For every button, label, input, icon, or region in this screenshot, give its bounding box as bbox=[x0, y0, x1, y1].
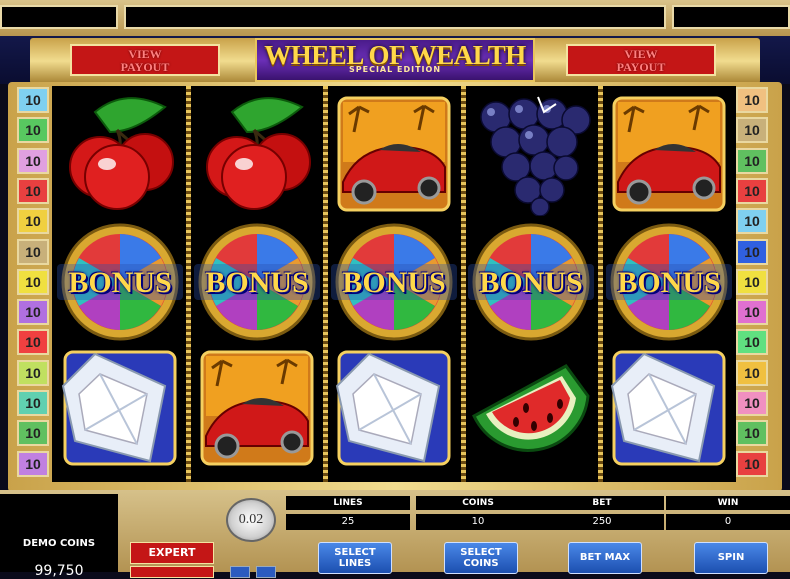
right-line-badge: 10 bbox=[736, 420, 768, 447]
right-line-badge: 10 bbox=[736, 238, 768, 265]
demo-coins-value: 99,750 bbox=[34, 563, 84, 579]
reel-separator bbox=[186, 86, 191, 482]
right-line-badge: 10 bbox=[736, 390, 768, 416]
right-line-badge: 10 bbox=[736, 268, 768, 295]
car-symbol bbox=[192, 346, 322, 470]
right-line-badge: 10 bbox=[736, 299, 768, 326]
game-logo: WHEEL OF WEALTH SPECIAL EDITION bbox=[255, 38, 535, 82]
spin-button[interactable]: SPIN bbox=[694, 542, 768, 574]
bonus-label: BONUS bbox=[68, 266, 172, 299]
cherry-symbol bbox=[192, 92, 322, 216]
bet-max-button[interactable]: BET MAX bbox=[568, 542, 642, 574]
button-label: COINS bbox=[463, 558, 499, 569]
bonus-label: BONUS bbox=[342, 266, 446, 299]
lines-label: LINES bbox=[286, 496, 410, 510]
left-line-badge: 10 bbox=[17, 420, 49, 447]
view-payout-label: PAYOUT bbox=[616, 60, 666, 74]
button-label: SELECT bbox=[334, 547, 376, 558]
bonus-label: BONUS bbox=[205, 266, 309, 299]
grapes-symbol bbox=[466, 92, 596, 216]
bonus-symbol: BONUS bbox=[192, 220, 322, 344]
right-line-badge: 10 bbox=[736, 177, 768, 204]
left-line-badge: 10 bbox=[17, 87, 49, 113]
left-line-badge: 10 bbox=[17, 450, 49, 477]
right-line-badge: 10 bbox=[736, 329, 768, 356]
diamond-symbol bbox=[604, 346, 734, 470]
watermelon-symbol bbox=[466, 346, 596, 470]
left-line-badge: 10 bbox=[17, 329, 49, 356]
autoplay-button[interactable] bbox=[130, 566, 214, 578]
coin-decrease-button[interactable] bbox=[230, 566, 250, 578]
select-coins-button[interactable]: SELECT COINS bbox=[444, 542, 518, 574]
top-display-center bbox=[124, 5, 666, 29]
coin-increase-button[interactable] bbox=[256, 566, 276, 578]
demo-coins-display: DEMO COINS 99,750 bbox=[0, 494, 118, 579]
right-line-badge: 10 bbox=[736, 450, 768, 477]
coins-label: COINS bbox=[416, 496, 540, 510]
diamond-symbol bbox=[329, 346, 459, 470]
bonus-symbol: BONUS bbox=[329, 220, 459, 344]
left-line-badge: 10 bbox=[17, 147, 49, 174]
left-line-badge: 10 bbox=[17, 208, 49, 235]
bonus-symbol: BONUS bbox=[466, 220, 596, 344]
left-line-badge: 10 bbox=[17, 390, 49, 416]
view-payout-label: PAYOUT bbox=[120, 60, 170, 74]
left-line-badge: 10 bbox=[17, 238, 49, 265]
win-value: 0 bbox=[666, 514, 790, 530]
coins-value: 10 bbox=[416, 514, 540, 530]
bet-value: 250 bbox=[540, 514, 664, 530]
left-line-badge: 10 bbox=[17, 268, 49, 295]
top-display-right bbox=[672, 5, 790, 29]
bonus-label: BONUS bbox=[479, 266, 583, 299]
demo-coins-label: DEMO COINS bbox=[22, 538, 96, 549]
bonus-symbol: BONUS bbox=[55, 220, 185, 344]
coin-size-display[interactable]: 0.02 bbox=[226, 498, 276, 542]
left-line-badge: 10 bbox=[17, 359, 49, 386]
car-symbol bbox=[329, 92, 459, 216]
bet-label: BET bbox=[540, 496, 664, 510]
reel-separator bbox=[323, 86, 328, 482]
cherry-symbol bbox=[55, 92, 185, 216]
view-payout-button-left[interactable]: VIEW PAYOUT bbox=[70, 44, 220, 76]
button-label: LINES bbox=[338, 558, 372, 569]
lines-value: 25 bbox=[286, 514, 410, 530]
reel-separator bbox=[598, 86, 603, 482]
right-line-badge: 10 bbox=[736, 359, 768, 386]
right-line-badge: 10 bbox=[736, 117, 768, 144]
diamond-symbol bbox=[55, 346, 185, 470]
bonus-symbol: BONUS bbox=[604, 220, 734, 344]
view-payout-button-right[interactable]: VIEW PAYOUT bbox=[566, 44, 716, 76]
car-symbol bbox=[604, 92, 734, 216]
bonus-label: BONUS bbox=[617, 266, 721, 299]
right-line-badge: 10 bbox=[736, 147, 768, 174]
button-label: SELECT bbox=[460, 547, 502, 558]
top-display-left bbox=[0, 5, 118, 29]
right-line-badge: 10 bbox=[736, 87, 768, 113]
right-line-badge: 10 bbox=[736, 208, 768, 235]
left-line-badge: 10 bbox=[17, 177, 49, 204]
select-lines-button[interactable]: SELECT LINES bbox=[318, 542, 392, 574]
expert-button[interactable]: EXPERT bbox=[130, 542, 214, 564]
win-label: WIN bbox=[666, 496, 790, 510]
left-line-badge: 10 bbox=[17, 299, 49, 326]
left-line-badge: 10 bbox=[17, 117, 49, 144]
